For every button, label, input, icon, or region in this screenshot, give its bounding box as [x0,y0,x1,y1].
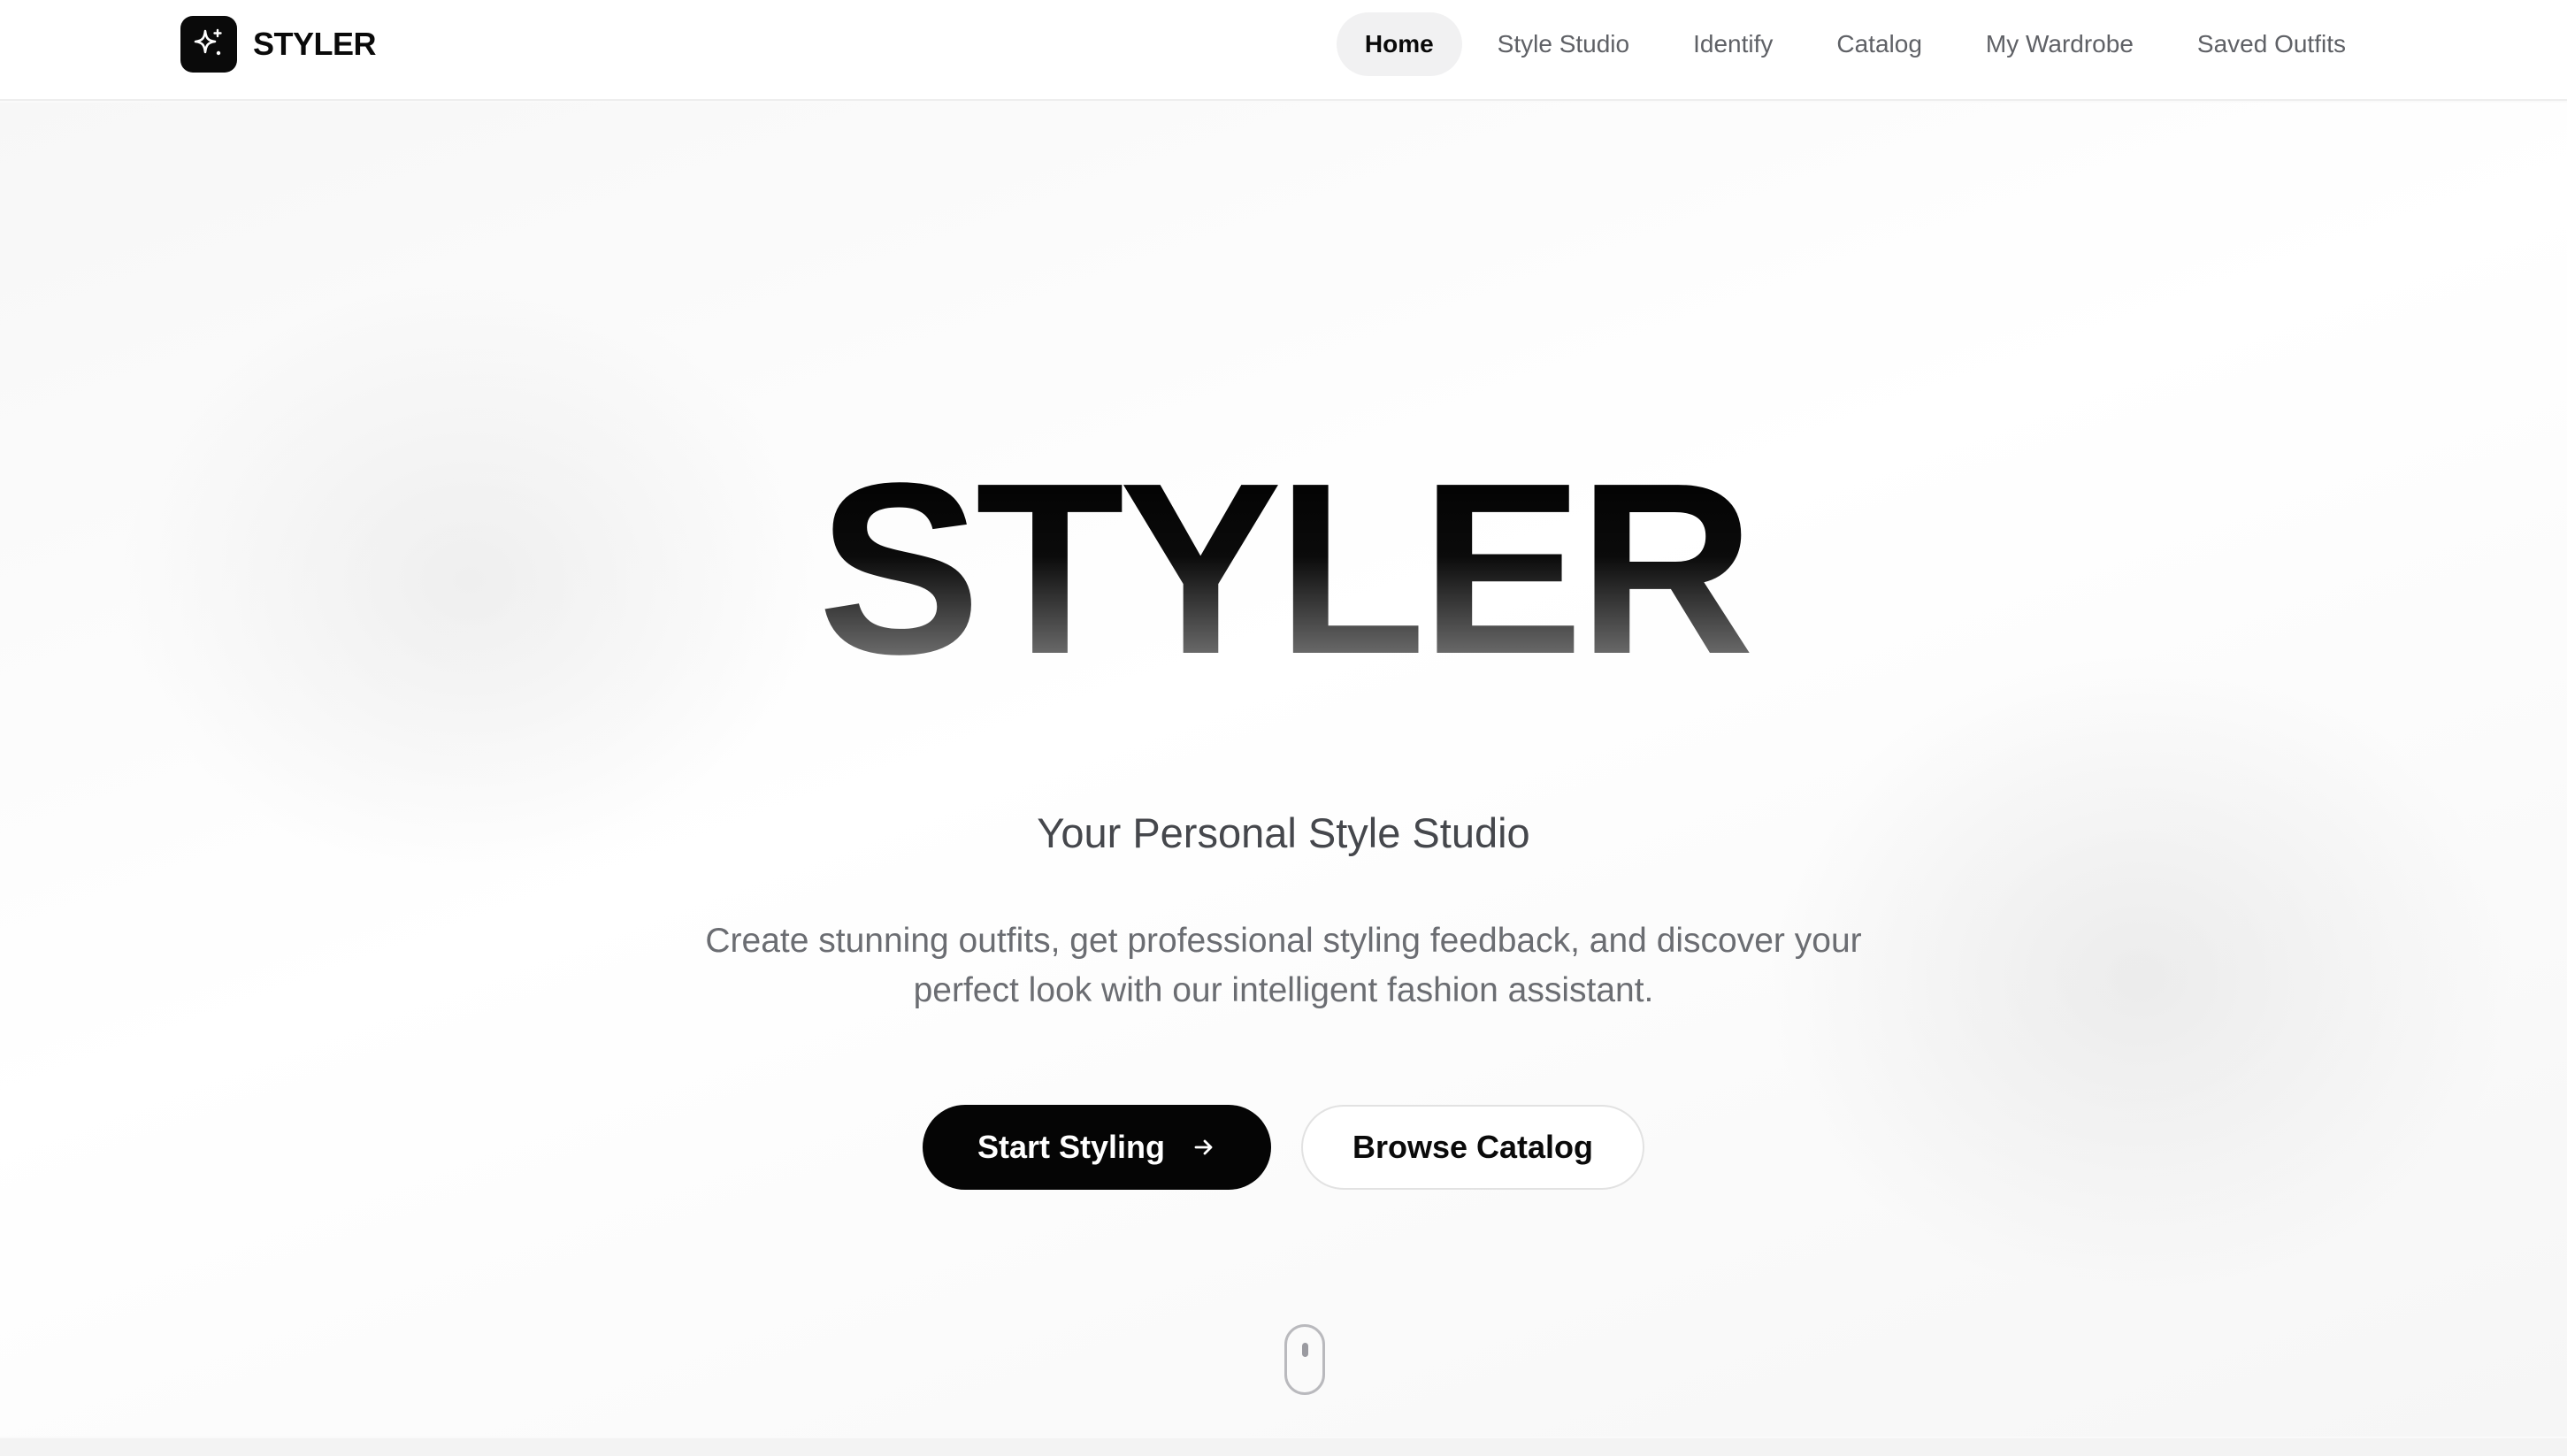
hero-description: Create stunning outfits, get professiona… [705,922,1862,1009]
cta-row: Start Styling Browse Catalog [0,1105,2567,1190]
start-styling-label: Start Styling [977,1129,1166,1165]
next-section-edge [0,1438,2567,1456]
nav-saved-outfits[interactable]: Saved Outfits [2169,12,2374,76]
hero-title: STYLER [0,447,2567,691]
arrow-right-icon [1194,1139,1213,1155]
page: STYLER Home Style Studio Identify Catalo… [0,0,2567,1456]
start-styling-button[interactable]: Start Styling [923,1105,1271,1190]
brand-logo-link[interactable]: STYLER [180,16,377,73]
hero-section: STYLER Your Personal Style Studio Create… [0,103,2567,1437]
top-nav-bar: STYLER Home Style Studio Identify Catalo… [0,0,2567,101]
nav-style-studio[interactable]: Style Studio [1469,12,1658,76]
hero-subtitle: Your Personal Style Studio [1037,809,1530,856]
sparkles-icon [180,16,237,73]
scroll-wheel-dot [1302,1343,1308,1357]
brand-name: STYLER [253,26,377,62]
nav-catalog[interactable]: Catalog [1808,12,1950,76]
nav-identify[interactable]: Identify [1665,12,1801,76]
browse-catalog-label: Browse Catalog [1352,1129,1594,1165]
browse-catalog-button[interactable]: Browse Catalog [1301,1105,1644,1190]
mouse-scroll-icon[interactable] [1284,1324,1325,1395]
nav-my-wardrobe[interactable]: My Wardrobe [1958,12,2162,76]
main-nav: Home Style Studio Identify Catalog My Wa… [1336,12,2374,76]
nav-home[interactable]: Home [1336,12,1462,76]
